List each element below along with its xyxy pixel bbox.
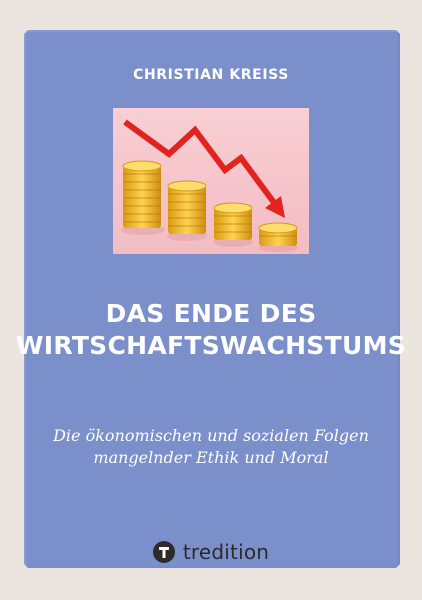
coin-stack-1 — [122, 160, 162, 228]
book-subtitle: Die ökonomischen und sozialen Folgen man… — [0, 425, 422, 469]
book-cover: CHRISTIAN KREISS DAS ENDE DES WIRTSCHAFT… — [0, 0, 422, 600]
subtitle-line-1: Die ökonomischen und sozialen Folgen — [53, 426, 369, 445]
title-line-1: DAS ENDE DES — [105, 299, 317, 328]
coin-stack-2 — [167, 180, 207, 234]
subtitle-line-2: mangelnder Ethik und Moral — [93, 448, 329, 467]
coin-stack-4 — [258, 222, 298, 246]
publisher-mark: tredition — [0, 540, 422, 564]
coins-falling-arrow-illustration — [113, 108, 309, 254]
title-line-2: WIRTSCHAFTSWACHSTUMS — [15, 331, 407, 360]
coin-stack-3 — [213, 202, 253, 240]
publisher-name: tredition — [182, 540, 270, 564]
tredition-logo-icon — [152, 541, 175, 563]
cover-image-coins-falling-arrow — [113, 108, 309, 254]
book-title: DAS ENDE DES WIRTSCHAFTSWACHSTUMS — [0, 298, 422, 362]
author-name: CHRISTIAN KREISS — [133, 67, 289, 83]
